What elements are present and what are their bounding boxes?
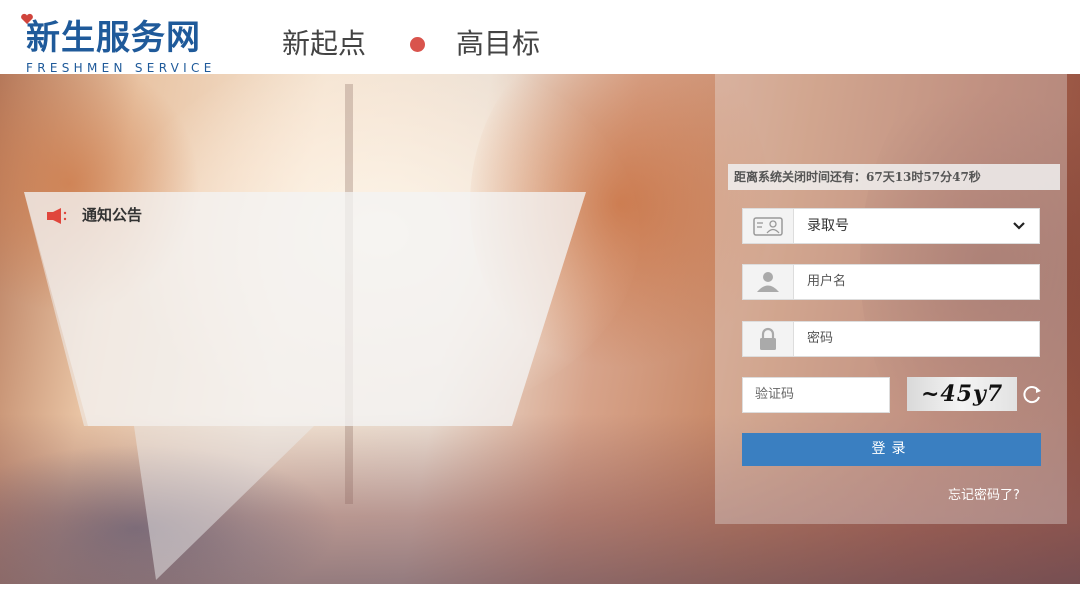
user-icon: [743, 265, 794, 299]
username-placeholder: 用户名: [807, 274, 847, 289]
notice-board: [24, 192, 586, 582]
lock-icon: [743, 322, 794, 356]
password-placeholder: 密码: [807, 331, 834, 346]
id-type-select[interactable]: 录取号: [742, 208, 1040, 244]
refresh-icon[interactable]: [1021, 384, 1043, 406]
username-field[interactable]: 用户名: [742, 264, 1040, 300]
id-card-icon: [743, 209, 794, 243]
captcha-code: ~45y7: [921, 381, 1004, 407]
header: 新生服务网 FRESHMEN SERVICE 新起点 高目标: [0, 0, 1080, 75]
captcha-input[interactable]: 验证码: [742, 377, 890, 413]
logo-subtitle: FRESHMEN SERVICE: [26, 61, 216, 75]
logo-title[interactable]: 新生服务网: [26, 18, 201, 58]
slogan-dot: [410, 37, 425, 52]
notice-title: 通知公告: [82, 206, 143, 224]
login-button[interactable]: 登录: [742, 433, 1041, 466]
countdown-text: 距离系统关闭时间还有：67天13时57分47秒: [728, 164, 1060, 190]
password-field[interactable]: 密码: [742, 321, 1040, 357]
id-type-value: 录取号: [807, 218, 849, 234]
speaker-icon: [46, 207, 72, 225]
slogan-right: 高目标: [456, 27, 541, 60]
captcha-image[interactable]: ~45y7: [907, 377, 1017, 411]
chevron-down-icon[interactable]: [1011, 218, 1027, 234]
slogan-left: 新起点: [282, 27, 367, 60]
forgot-password-link[interactable]: 忘记密码了?: [948, 487, 1020, 505]
